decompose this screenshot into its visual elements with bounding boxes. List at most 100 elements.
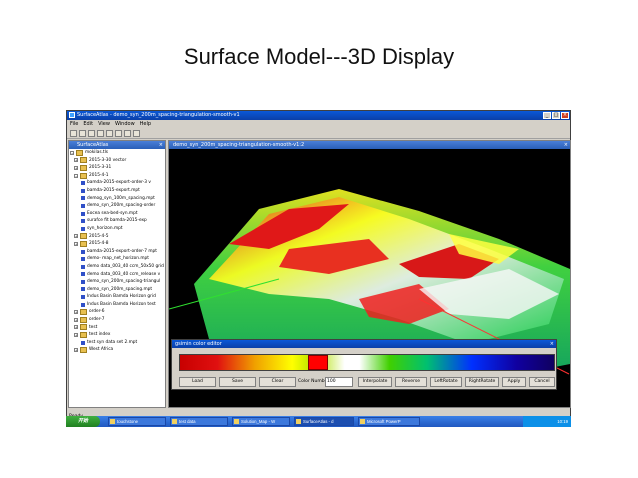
tree-panel-header: SurfaceAtlas × [69, 141, 165, 149]
selected-color-marker[interactable] [308, 355, 329, 370]
tree-item[interactable]: + order-7 [69, 316, 165, 324]
expand-toggle-icon[interactable]: + [74, 310, 78, 315]
grid-file-icon [81, 257, 85, 262]
folder-icon [80, 316, 87, 323]
print-icon[interactable] [124, 129, 131, 137]
close-panel-icon[interactable]: × [159, 141, 163, 149]
task-test-data[interactable]: test data [170, 417, 228, 426]
folder-icon [76, 149, 83, 156]
tree-item[interactable]: demo_syn_200m_spacing.mpt [69, 286, 165, 294]
tree-item[interactable]: demo_syn_200m_spacing-order [69, 202, 165, 210]
color-editor-titlebar[interactable]: gsimin color editor × [172, 340, 556, 348]
cancel-button[interactable]: Cancel [529, 377, 555, 387]
clear-button[interactable]: Clear [259, 377, 296, 387]
menu-view[interactable]: View [98, 120, 110, 128]
tree-item[interactable]: demog_syn_100m_spacing.mpt [69, 195, 165, 203]
tree-item-label: test [89, 324, 98, 330]
tree-item[interactable]: demo- map_net_horizon.mpt [69, 255, 165, 263]
tree-item[interactable]: surafce fit bamda-2015-exp [69, 217, 165, 225]
tree-item[interactable]: − 2015-4-1 [69, 172, 165, 180]
tree-item-label: test index [89, 332, 111, 338]
tree-item[interactable]: + test [69, 324, 165, 332]
tree-item[interactable]: bamda-2015-export-order-7 mpt [69, 248, 165, 256]
open-folder-icon[interactable] [79, 129, 86, 137]
task-label: SurfaceAtlas - d [303, 419, 334, 424]
menu-edit[interactable]: Edit [83, 120, 93, 128]
tree-item-label: West Africa [89, 347, 114, 353]
interpolate-button[interactable]: Interpolate [358, 377, 392, 387]
tree-item-label: 2015-4-8 [89, 241, 109, 247]
load-button[interactable]: Load [179, 377, 216, 387]
expand-toggle-icon[interactable]: + [74, 333, 78, 338]
tree-item-label: Eocea sea-bed-syn.mpt [87, 210, 138, 216]
expand-toggle-icon[interactable]: + [74, 241, 78, 246]
grid-file-icon [81, 188, 85, 193]
tree-item[interactable]: +2015-3-30 vector [69, 157, 165, 165]
close-button[interactable]: × [561, 112, 569, 119]
tree-item[interactable]: +2015-4-8 [69, 240, 165, 248]
folder-icon [80, 332, 87, 339]
maximize-button[interactable]: □ [552, 112, 560, 119]
expand-toggle-icon[interactable]: + [74, 317, 78, 322]
expand-toggle-icon[interactable]: − [74, 173, 78, 178]
clock: 10:19 [557, 419, 568, 424]
grid-file-icon [81, 219, 85, 224]
close-viewport-icon[interactable]: × [564, 141, 568, 149]
window-titlebar[interactable]: SurfaceAtlas - demo_syn_200m_spacing-tri… [67, 111, 570, 120]
tree-item[interactable]: syn_horizon.mpt [69, 225, 165, 233]
tree-item[interactable]: − mokilas.tls [69, 149, 165, 157]
close-color-editor-icon[interactable]: × [550, 340, 554, 348]
tree-item[interactable]: + order-6 [69, 308, 165, 316]
help-icon[interactable] [133, 129, 140, 137]
expand-toggle-icon[interactable]: + [74, 158, 78, 163]
save-button[interactable]: Save [219, 377, 256, 387]
tree-item[interactable]: + West Africa [69, 346, 165, 354]
menu-window[interactable]: Window [115, 120, 135, 128]
expand-toggle-icon[interactable]: + [74, 165, 78, 170]
folder-icon [172, 419, 177, 424]
expand-toggle-icon[interactable]: − [70, 150, 74, 155]
tree-item[interactable]: Eocea sea-bed-syn.mpt [69, 210, 165, 218]
tree-item-label: order-6 [89, 309, 105, 315]
app-icon [69, 112, 75, 118]
tree-item[interactable]: +2015-3-31 [69, 164, 165, 172]
color-number-input[interactable]: 100 [325, 377, 353, 387]
task-solution-map[interactable]: Solution_Map - W [232, 417, 290, 426]
start-button[interactable]: 开始 [66, 416, 100, 427]
minimize-button[interactable]: _ [543, 112, 551, 119]
menu-help[interactable]: Help [140, 120, 151, 128]
tree-item[interactable]: test syn data set 2.mpt [69, 339, 165, 347]
tree-item[interactable]: demo data_003_40 ccm_release v [69, 271, 165, 279]
menu-file[interactable]: File [70, 120, 78, 128]
tree-item-label: 2015-4-1 [89, 172, 109, 178]
tree-item[interactable]: bamda-2015-export.mpt [69, 187, 165, 195]
cut-icon[interactable] [97, 129, 104, 137]
right-rotate-button[interactable]: RightRotate [465, 377, 499, 387]
task-surfaceatlas[interactable]: SurfaceAtlas - d [294, 417, 354, 426]
tree-item-label: bamda-2015-export.mpt [87, 187, 140, 193]
tree-item[interactable]: demo_syn_200m_spacing-triangul [69, 278, 165, 286]
color-ramp[interactable] [179, 354, 555, 371]
expand-toggle-icon[interactable]: + [74, 348, 78, 353]
task-touchstone[interactable]: touchstone [108, 417, 166, 426]
tree-item[interactable]: Indus Basin Bamda Horizon grid [69, 293, 165, 301]
task-powerpoint[interactable]: Microsoft PowerP [358, 417, 420, 426]
paste-icon[interactable] [115, 129, 122, 137]
task-label: touchstone [117, 419, 139, 424]
grid-file-icon [81, 211, 85, 216]
copy-icon[interactable] [106, 129, 113, 137]
grid-file-icon [81, 302, 85, 307]
apply-button[interactable]: Apply [502, 377, 526, 387]
expand-toggle-icon[interactable]: + [74, 325, 78, 330]
tree-item[interactable]: + test index [69, 331, 165, 339]
surfaceatlas-window: SurfaceAtlas - demo_syn_200m_spacing-tri… [66, 110, 571, 427]
reverse-button[interactable]: Reverse [395, 377, 427, 387]
tree-item[interactable]: bamda-2015-export-order-3 v [69, 179, 165, 187]
tree-item[interactable]: +2015-4-5 [69, 233, 165, 241]
expand-toggle-icon[interactable]: + [74, 234, 78, 239]
left-rotate-button[interactable]: LeftRotate [430, 377, 462, 387]
tree-item[interactable]: Indus Basin Bamda Horizon test [69, 301, 165, 309]
new-file-icon[interactable] [70, 129, 77, 137]
save-icon[interactable] [88, 129, 95, 137]
tree-item[interactable]: demo data_003_40 ccm_50x50 grid [69, 263, 165, 271]
